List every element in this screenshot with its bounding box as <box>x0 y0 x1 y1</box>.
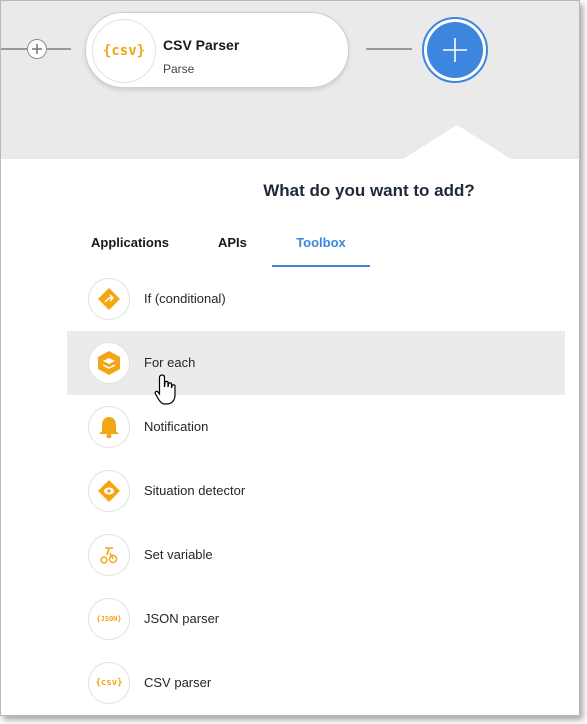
csv-badge: {csv} <box>95 678 123 688</box>
app-frame: {csv} CSV Parser Parse What do you want … <box>0 0 580 716</box>
connector-line <box>366 48 412 50</box>
stack-icon <box>88 342 130 384</box>
list-item-csv-parser[interactable]: {csv} CSV parser <box>67 651 565 715</box>
item-label: For each <box>144 355 196 370</box>
toolbox-list: If (conditional) For each Notification S… <box>67 267 565 715</box>
list-item-json-parser[interactable]: {JSON} JSON parser <box>67 587 565 651</box>
plus-icon <box>32 44 42 54</box>
item-label: JSON parser <box>144 611 220 626</box>
csv-icon: {csv} <box>92 19 156 83</box>
tab-bar: Applications APIs Toolbox <box>73 227 493 267</box>
branch-icon <box>88 278 130 320</box>
json-icon: {JSON} <box>88 598 130 640</box>
insert-step-button[interactable] <box>27 39 47 59</box>
variable-icon <box>88 534 130 576</box>
plus-icon <box>443 38 467 62</box>
item-label: Set variable <box>144 547 213 562</box>
list-item-if-conditional[interactable]: If (conditional) <box>67 267 565 331</box>
item-label: Situation detector <box>144 483 246 498</box>
connector-line <box>1 48 27 50</box>
csv-icon: {csv} <box>88 662 130 704</box>
node-title: CSV Parser <box>163 37 240 53</box>
item-label: CSV parser <box>144 675 212 690</box>
list-item-for-each[interactable]: For each <box>67 331 565 395</box>
node-subtitle: Parse <box>163 62 195 76</box>
tab-apis[interactable]: APIs <box>218 227 247 267</box>
item-label: If (conditional) <box>144 291 226 306</box>
add-step-button[interactable] <box>422 17 488 83</box>
tab-toolbox[interactable]: Toolbox <box>272 227 370 267</box>
panel-pointer <box>403 125 511 159</box>
hand-cursor-icon <box>154 374 176 405</box>
bell-icon <box>88 406 130 448</box>
flow-canvas: {csv} CSV Parser Parse <box>1 1 579 159</box>
item-label: Notification <box>144 419 209 434</box>
panel-title: What do you want to add? <box>263 181 475 200</box>
connector-line <box>47 48 71 50</box>
tab-applications[interactable]: Applications <box>91 227 169 267</box>
list-item-set-variable[interactable]: Set variable <box>67 523 565 587</box>
csv-parser-node[interactable]: {csv} CSV Parser Parse <box>85 12 349 88</box>
eye-icon <box>88 470 130 512</box>
json-badge: {JSON} <box>96 615 122 623</box>
list-item-notification[interactable]: Notification <box>67 395 565 459</box>
list-item-situation-detector[interactable]: Situation detector <box>67 459 565 523</box>
add-step-circle[interactable] <box>427 22 483 78</box>
